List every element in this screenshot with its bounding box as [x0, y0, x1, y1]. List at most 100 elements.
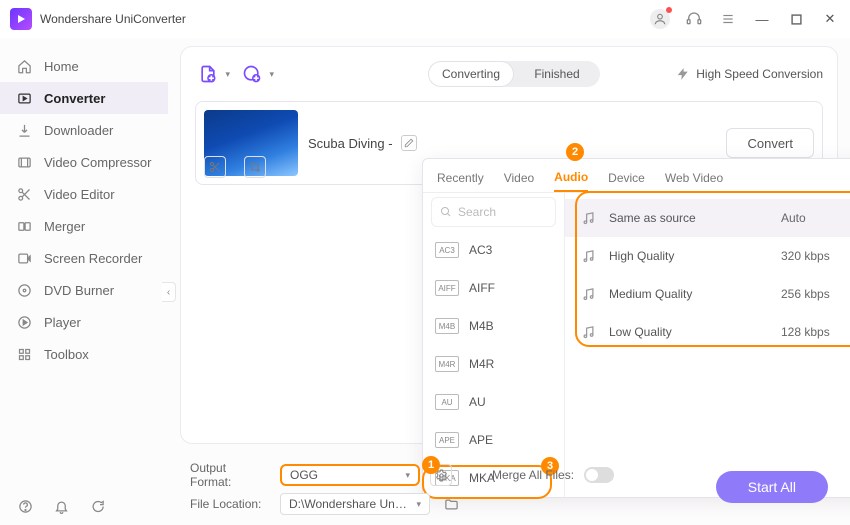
- recorder-icon: [16, 250, 32, 266]
- top-controls: ▾ ▾ Converting Finished High Speed Conve…: [195, 57, 823, 91]
- quality-row-high[interactable]: High Quality 320 kbps: [565, 237, 850, 275]
- format-list-column: Search AC3AC3 AIFFAIFF M4BM4B M4RM4R AUA…: [423, 193, 565, 497]
- notification-dot-icon: [666, 7, 672, 13]
- quality-list-column: Same as source Auto High Quality 320 kbp…: [565, 193, 850, 497]
- tab-web-video[interactable]: Web Video: [665, 164, 723, 192]
- window-minimize-button[interactable]: —: [752, 9, 772, 29]
- scissors-icon: [16, 186, 32, 202]
- account-button[interactable]: [650, 9, 670, 29]
- search-icon: [440, 206, 452, 218]
- caret-down-icon: ▾: [225, 69, 230, 80]
- play-icon: [16, 314, 32, 330]
- app-logo: [10, 8, 32, 30]
- quality-row-same-as-source[interactable]: Same as source Auto: [565, 199, 850, 237]
- output-format-select[interactable]: OGG ▾ 1: [280, 464, 420, 486]
- sidebar-item-label: DVD Burner: [44, 283, 114, 298]
- add-url-button[interactable]: ▾: [239, 61, 265, 87]
- sidebar-item-label: Player: [44, 315, 81, 330]
- start-all-button[interactable]: Start All: [716, 471, 828, 503]
- feedback-button[interactable]: [88, 497, 106, 515]
- window-maximize-button[interactable]: [786, 9, 806, 29]
- converter-icon: [16, 90, 32, 106]
- rename-button[interactable]: [401, 135, 417, 151]
- quality-row-medium[interactable]: Medium Quality 256 kbps: [565, 275, 850, 313]
- tab-video[interactable]: Video: [504, 164, 534, 192]
- caret-down-icon: ▾: [405, 470, 410, 481]
- merge-all-toggle[interactable]: [584, 467, 614, 483]
- output-format-label: Output Format:: [190, 461, 270, 489]
- home-icon: [16, 58, 32, 74]
- sidebar-item-label: Toolbox: [44, 347, 89, 362]
- music-note-icon: [579, 247, 597, 265]
- format-item-ape[interactable]: APEAPE: [423, 421, 564, 459]
- compress-icon: [16, 154, 32, 170]
- caret-down-icon: ▾: [269, 69, 274, 80]
- format-badge-icon: APE: [435, 432, 459, 448]
- sidebar: Home Converter Downloader Video Compress…: [0, 38, 168, 525]
- format-item-m4r[interactable]: M4RM4R: [423, 345, 564, 383]
- search-placeholder: Search: [458, 205, 496, 219]
- menu-button[interactable]: [718, 9, 738, 29]
- format-panel: Recently Video Audio Device Web Video Se…: [422, 158, 850, 498]
- format-item-ac3[interactable]: AC3AC3: [423, 231, 564, 269]
- file-title: Scuba Diving -: [308, 136, 393, 151]
- sidebar-item-label: Downloader: [44, 123, 113, 138]
- convert-button[interactable]: Convert: [726, 128, 814, 158]
- footer-icons: [16, 497, 106, 515]
- high-speed-toggle[interactable]: High Speed Conversion: [676, 67, 823, 81]
- window-close-button[interactable]: ✕: [820, 9, 840, 29]
- notifications-button[interactable]: [52, 497, 70, 515]
- tab-device[interactable]: Device: [608, 164, 645, 192]
- sidebar-item-video-editor[interactable]: Video Editor: [0, 178, 168, 210]
- app-title: Wondershare UniConverter: [40, 12, 186, 26]
- format-item-aiff[interactable]: AIFFAIFF: [423, 269, 564, 307]
- music-note-icon: [579, 285, 597, 303]
- merge-label: Merge All Files:: [492, 468, 574, 482]
- format-search-input[interactable]: Search: [431, 197, 556, 227]
- sidebar-item-toolbox[interactable]: Toolbox: [0, 338, 168, 370]
- sidebar-item-dvd-burner[interactable]: DVD Burner: [0, 274, 168, 306]
- crop-button[interactable]: [244, 156, 266, 178]
- callout-number-2: 2: [566, 143, 584, 161]
- format-item-au[interactable]: AUAU: [423, 383, 564, 421]
- sidebar-item-label: Converter: [44, 91, 105, 106]
- sidebar-item-screen-recorder[interactable]: Screen Recorder: [0, 242, 168, 274]
- sidebar-item-converter[interactable]: Converter: [0, 82, 168, 114]
- segment-finished[interactable]: Finished: [514, 61, 600, 87]
- sidebar-item-downloader[interactable]: Downloader: [0, 114, 168, 146]
- quality-row-low[interactable]: Low Quality 128 kbps: [565, 313, 850, 351]
- sidebar-item-player[interactable]: Player: [0, 306, 168, 338]
- sidebar-item-label: Screen Recorder: [44, 251, 142, 266]
- add-file-button[interactable]: ▾: [195, 61, 221, 87]
- sidebar-item-video-compressor[interactable]: Video Compressor: [0, 146, 168, 178]
- format-badge-icon: M4R: [435, 356, 459, 372]
- format-tabs: Recently Video Audio Device Web Video: [423, 159, 850, 193]
- file-location-label: File Location:: [190, 497, 270, 511]
- download-icon: [16, 122, 32, 138]
- headset-button[interactable]: [684, 9, 704, 29]
- disc-icon: [16, 282, 32, 298]
- grid-icon: [16, 346, 32, 362]
- sidebar-item-label: Home: [44, 59, 79, 74]
- segment-converting[interactable]: Converting: [428, 61, 514, 87]
- format-badge-icon: AIFF: [435, 280, 459, 296]
- bottom-bar: Output Format: OGG ▾ 1 Merge All Files: …: [180, 459, 838, 519]
- sidebar-item-label: Merger: [44, 219, 85, 234]
- tab-audio[interactable]: Audio: [554, 164, 588, 192]
- help-button[interactable]: [16, 497, 34, 515]
- high-speed-label: High Speed Conversion: [696, 67, 823, 81]
- status-segment: Converting Finished: [428, 61, 600, 87]
- tab-recently[interactable]: Recently: [437, 164, 484, 192]
- music-note-icon: [579, 323, 597, 341]
- caret-down-icon: ▾: [416, 499, 421, 510]
- sidebar-item-home[interactable]: Home: [0, 50, 168, 82]
- open-folder-button[interactable]: [440, 493, 462, 515]
- sidebar-item-merger[interactable]: Merger: [0, 210, 168, 242]
- sidebar-item-label: Video Editor: [44, 187, 115, 202]
- trim-button[interactable]: [204, 156, 226, 178]
- merger-icon: [16, 218, 32, 234]
- file-location-select[interactable]: D:\Wondershare UniConverter ▾: [280, 493, 430, 515]
- callout-number-1: 1: [422, 456, 440, 474]
- format-item-m4b[interactable]: M4BM4B: [423, 307, 564, 345]
- format-badge-icon: AU: [435, 394, 459, 410]
